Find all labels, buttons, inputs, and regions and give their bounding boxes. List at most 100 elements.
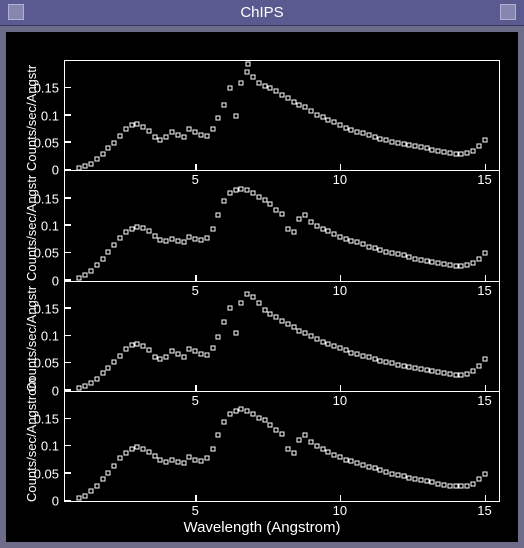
x-tick-mark (340, 275, 342, 281)
x-tick-mark (195, 275, 197, 281)
data-point (89, 381, 94, 386)
data-point (158, 138, 163, 143)
data-point (355, 352, 360, 357)
data-point (204, 134, 209, 139)
data-point (83, 493, 88, 498)
data-point (129, 447, 134, 452)
data-point (280, 318, 285, 323)
data-point (100, 256, 105, 261)
data-point (175, 132, 180, 137)
data-point (476, 143, 481, 148)
data-point (424, 368, 429, 373)
data-point (268, 312, 273, 317)
data-point (453, 484, 458, 489)
data-point (135, 341, 140, 346)
data-point (453, 372, 458, 377)
data-point (83, 163, 88, 168)
window-menu-icon[interactable] (8, 4, 24, 20)
data-point (251, 75, 256, 80)
data-point (418, 257, 423, 262)
data-point (447, 150, 452, 155)
data-point (222, 320, 227, 325)
data-point (372, 245, 377, 250)
y-tick-label: 0.1 (41, 108, 59, 123)
data-point (106, 365, 111, 370)
data-point (424, 479, 429, 484)
y-tick-mark (65, 307, 71, 309)
data-point (175, 459, 180, 464)
data-point (233, 188, 238, 193)
data-point (274, 89, 279, 94)
data-point (210, 447, 215, 452)
data-point (285, 447, 290, 452)
data-point (372, 466, 377, 471)
y-tick-label: 0.1 (41, 439, 59, 454)
data-point (343, 237, 348, 242)
data-point (239, 186, 244, 191)
data-point (216, 116, 221, 121)
data-point (83, 273, 88, 278)
y-tick-mark (65, 472, 71, 474)
data-point (465, 483, 470, 488)
data-point (274, 315, 279, 320)
data-point (256, 301, 261, 306)
data-point (349, 127, 354, 132)
data-point (222, 102, 227, 107)
spectrum-panel-3: 00.050.10.1551015 (64, 282, 500, 392)
x-tick-mark (195, 385, 197, 391)
data-point (141, 446, 146, 451)
data-point (227, 191, 232, 196)
data-point (378, 468, 383, 473)
window-minimize-icon[interactable] (500, 4, 516, 20)
x-tick-mark (485, 495, 487, 501)
data-point (424, 146, 429, 151)
data-point (395, 362, 400, 367)
data-point (378, 247, 383, 252)
data-point (187, 234, 192, 239)
data-point (297, 437, 302, 442)
y-tick-label: 0.1 (41, 329, 59, 344)
data-point (245, 408, 250, 413)
data-point (239, 80, 244, 85)
data-point (77, 165, 82, 170)
data-point (343, 348, 348, 353)
data-point (141, 343, 146, 348)
data-point (349, 350, 354, 355)
data-point (251, 191, 256, 196)
data-point (216, 433, 221, 438)
data-point (442, 482, 447, 487)
data-point (355, 240, 360, 245)
data-point (442, 149, 447, 154)
y-tick-mark (65, 141, 71, 143)
data-point (447, 372, 452, 377)
data-point (193, 457, 198, 462)
data-point (152, 233, 157, 238)
data-point (164, 354, 169, 359)
x-tick-mark (340, 164, 342, 170)
data-point (262, 197, 267, 202)
data-point (413, 477, 418, 482)
data-point (245, 69, 250, 74)
x-tick-mark (485, 164, 487, 170)
data-point (112, 463, 117, 468)
data-point (326, 449, 331, 454)
data-point (280, 432, 285, 437)
y-tick-mark (65, 418, 71, 420)
data-point (123, 127, 128, 132)
data-point (314, 336, 319, 341)
data-point (320, 226, 325, 231)
data-point (308, 334, 313, 339)
data-point (146, 449, 151, 454)
y-tick-mark (65, 87, 71, 89)
panel-stack: 00.050.10.155101500.050.10.155101500.050… (64, 60, 500, 502)
data-point (303, 433, 308, 438)
x-tick-mark (485, 385, 487, 391)
data-point (112, 360, 117, 365)
data-point (181, 240, 186, 245)
chips-window: ChIPS Counts/sec/AngstrCounts/sec/Angstr… (0, 0, 524, 548)
data-point (343, 125, 348, 130)
data-point (470, 261, 475, 266)
data-point (332, 343, 337, 348)
data-point (291, 230, 296, 235)
window-titlebar[interactable]: ChIPS (0, 0, 524, 26)
